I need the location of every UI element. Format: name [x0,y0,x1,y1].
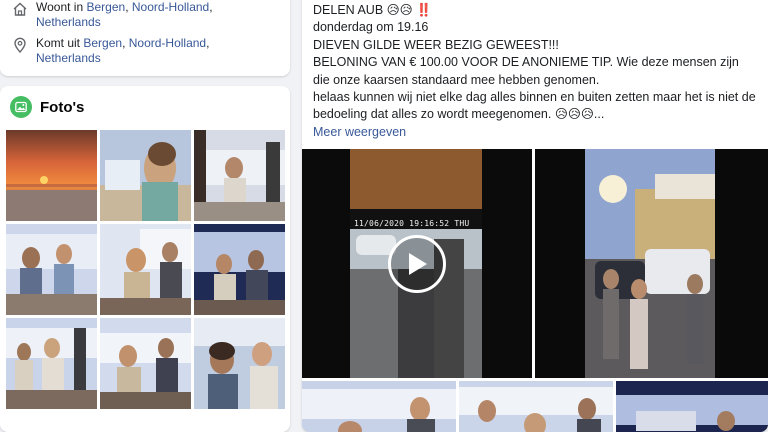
intro-lives-prefix: Woont in [36,0,84,14]
home-icon [13,2,27,16]
post-card: DELEN AUB 😥😥 ‼️ donderdag om 19.16 DIEVE… [302,0,768,432]
post-photo[interactable] [302,381,456,432]
photos-grid [6,130,285,409]
post-photo[interactable] [459,381,613,432]
photo-thumbnail[interactable] [6,224,97,315]
photo-thumbnail[interactable] [194,130,285,221]
post-media: 11/06/2020 19:16:52 THU [302,149,768,432]
photo-thumbnail[interactable] [194,318,285,409]
photo-thumbnail[interactable] [194,224,285,315]
photos-card: Foto's [0,86,290,432]
intro-from-city-link[interactable]: Bergen [83,36,122,50]
photos-title[interactable]: Foto's [40,99,84,116]
photo-thumbnail[interactable] [6,130,97,221]
intro-card: Woont in Bergen, Noord-Holland, Netherla… [0,0,290,76]
intro-from-prefix: Komt uit [36,36,81,50]
post-line-5: helaas kunnen wij niet elke dag alles bi… [313,90,756,122]
photo-thumbnail[interactable] [6,318,97,409]
intro-from-region-link[interactable]: Noord-Holland [129,36,206,50]
post-text: DELEN AUB 😥😥 ‼️ donderdag om 19.16 DIEVE… [302,0,768,141]
see-more-link[interactable]: Meer weergeven [313,124,756,141]
post-line-1: DELEN AUB 😥😥 ‼️ [313,3,432,17]
intro-from: Komt uit Bergen, Noord-Holland, Netherla… [12,36,278,66]
intro-lives-country-link[interactable]: Netherlands [36,15,101,29]
post-line-3: DIEVEN GILDE WEER BEZIG GEWEEST!!! [313,37,559,52]
intro-lives-city-link[interactable]: Bergen [86,0,125,14]
video-timestamp: 11/06/2020 19:16:52 THU [354,219,470,228]
photos-icon [10,96,32,118]
photo-thumbnail[interactable] [100,130,191,221]
intro-from-country-link[interactable]: Netherlands [36,51,101,65]
post-line-2: donderdag om 19.16 [313,20,429,35]
post-photo[interactable] [616,381,768,432]
post-photo[interactable] [535,149,768,378]
post-video[interactable]: 11/06/2020 19:16:52 THU [302,149,532,378]
intro-lives-region-link[interactable]: Noord-Holland [132,0,209,14]
play-icon [409,252,427,275]
photos-header: Foto's [6,96,284,118]
intro-lives-in: Woont in Bergen, Noord-Holland, Netherla… [12,0,278,30]
location-pin-icon [14,37,26,53]
photo-thumbnail[interactable] [100,224,191,315]
photo-thumbnail[interactable] [100,318,191,409]
post-line-4: BELONING VAN € 100.00 VOOR DE ANONIEME T… [313,55,739,87]
play-button[interactable] [388,234,446,293]
